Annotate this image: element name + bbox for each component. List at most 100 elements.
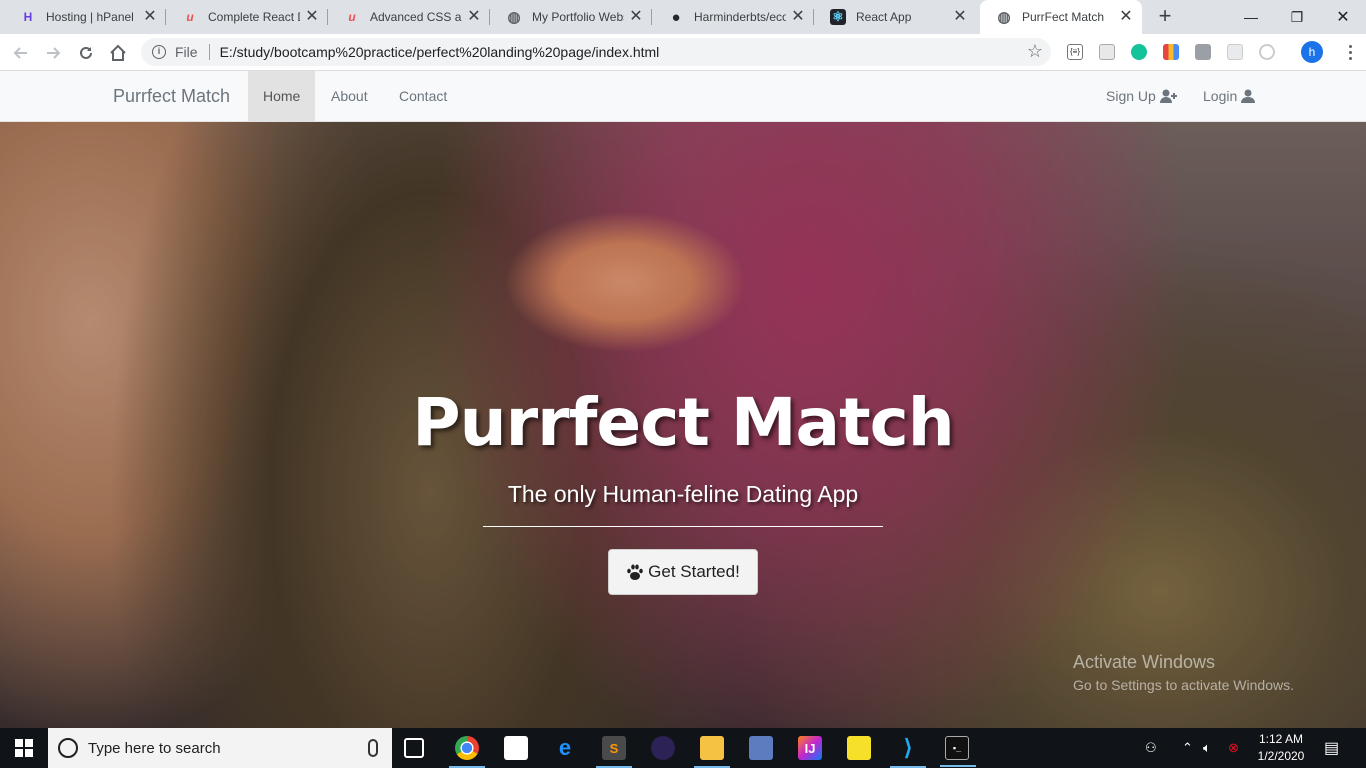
login-link[interactable]: Login xyxy=(1203,88,1256,104)
colorpick-icon[interactable] xyxy=(1163,44,1179,60)
nav-contact-link[interactable]: Contact xyxy=(384,71,462,122)
react-icon: ⚛ xyxy=(830,9,846,25)
profile-avatar[interactable]: h xyxy=(1301,41,1323,63)
microphone-icon[interactable] xyxy=(368,739,378,757)
hero-section: Purrfect Match The only Human-feline Dat… xyxy=(0,122,1366,728)
extension-icon[interactable] xyxy=(1099,44,1115,60)
close-window-button[interactable]: ✕ xyxy=(1320,0,1366,34)
mail-icon[interactable] xyxy=(504,736,528,760)
forward-arrow-icon xyxy=(47,47,61,59)
activate-windows-watermark: Activate Windows Go to Settings to activ… xyxy=(1073,652,1294,693)
signup-link[interactable]: Sign Up xyxy=(1106,88,1178,104)
hero-title: Purrfect Match xyxy=(412,384,954,461)
back-button[interactable] xyxy=(8,40,34,66)
forward-button[interactable] xyxy=(40,40,66,66)
close-tab-icon[interactable]: ✕ xyxy=(1118,9,1134,25)
nav-about-link[interactable]: About xyxy=(316,71,383,122)
browser-tab[interactable]: ⚛ React App ✕ xyxy=(814,0,976,34)
globe-icon: ◍ xyxy=(507,9,521,26)
site-brand[interactable]: Purrfect Match xyxy=(113,86,230,107)
windows-logo-icon xyxy=(15,739,33,757)
nav-home-link[interactable]: Home xyxy=(248,71,316,122)
browser-tab[interactable]: ◍ My Portfolio Webs ✕ xyxy=(490,0,652,34)
task-view-icon[interactable] xyxy=(404,738,424,758)
taskbar-clock[interactable]: 1:12 AM 1/2/2020 xyxy=(1252,731,1310,765)
back-arrow-icon xyxy=(13,47,27,59)
reload-icon xyxy=(80,46,92,59)
paw-icon xyxy=(627,564,643,580)
json-extension-icon[interactable]: {≡} xyxy=(1067,44,1083,60)
tab-title: Hosting | hPanel xyxy=(46,10,134,24)
close-tab-icon[interactable]: ✕ xyxy=(790,9,806,25)
globe-icon: ◍ xyxy=(997,9,1011,26)
minimize-button[interactable]: — xyxy=(1228,0,1274,34)
hero-content: Purrfect Match The only Human-feline Dat… xyxy=(0,384,1366,595)
browser-tab[interactable]: u Complete React Dev ✕ xyxy=(166,0,328,34)
tray-expand-icon[interactable]: ⌃ xyxy=(1182,728,1193,768)
clock-date: 1/2/2020 xyxy=(1257,749,1305,763)
browser-menu-icon[interactable] xyxy=(1340,41,1360,63)
user-icon xyxy=(1241,89,1256,103)
hero-divider xyxy=(483,526,883,527)
search-placeholder: Type here to search xyxy=(88,739,221,757)
tab-title: Harminderbts/eco xyxy=(694,10,786,24)
sticky-notes-icon[interactable] xyxy=(847,736,871,760)
chrome-icon[interactable] xyxy=(449,736,485,768)
close-tab-icon[interactable]: ✕ xyxy=(304,9,320,25)
browser-tab[interactable]: H Hosting | hPanel ✕ xyxy=(4,0,166,34)
network-app-icon[interactable] xyxy=(749,736,773,760)
maximize-button[interactable]: ❐ xyxy=(1274,0,1320,34)
tab-title: My Portfolio Webs xyxy=(532,10,624,24)
extension-icon[interactable] xyxy=(1227,44,1243,60)
browser-tab-active[interactable]: ◍ PurrFect Match ✕ xyxy=(980,0,1142,34)
start-button[interactable] xyxy=(0,728,48,768)
cortana-icon xyxy=(58,738,78,758)
close-tab-icon[interactable]: ✕ xyxy=(142,9,158,25)
file-explorer-icon[interactable] xyxy=(694,736,730,768)
address-bar[interactable]: i File E:/study/bootcamp%20practice/perf… xyxy=(141,38,1051,66)
network-error-icon[interactable]: ⊗ xyxy=(1228,728,1239,768)
github-icon: ● xyxy=(671,8,681,26)
home-button[interactable] xyxy=(105,40,131,66)
hostinger-icon: H xyxy=(23,10,33,24)
sublime-text-icon[interactable]: S xyxy=(596,736,632,768)
people-icon[interactable]: ⚇ xyxy=(1145,728,1157,768)
url-text[interactable]: E:/study/bootcamp%20practice/perfect%20l… xyxy=(220,44,660,60)
browser-tab[interactable]: ● Harminderbts/eco ✕ xyxy=(652,0,814,34)
tab-title: Advanced CSS and xyxy=(370,10,462,24)
browser-tab[interactable]: u Advanced CSS and ✕ xyxy=(328,0,490,34)
intellij-icon[interactable]: IJ xyxy=(798,736,822,760)
tab-title: React App xyxy=(856,10,912,24)
terminal-icon[interactable]: ▪_ xyxy=(940,736,976,767)
new-tab-button[interactable]: + xyxy=(1154,5,1176,27)
close-tab-icon[interactable]: ✕ xyxy=(952,9,968,25)
omnibox-divider xyxy=(208,44,210,60)
taskbar-search[interactable]: Type here to search xyxy=(48,728,392,768)
close-tab-icon[interactable]: ✕ xyxy=(466,9,482,25)
udemy-icon: u xyxy=(186,10,194,24)
info-icon[interactable]: i xyxy=(152,45,166,59)
pdf-extension-icon[interactable] xyxy=(1195,44,1211,60)
udemy-icon: u xyxy=(348,10,356,24)
login-label: Login xyxy=(1203,88,1238,104)
edge-icon[interactable]: e xyxy=(553,735,577,760)
volume-icon[interactable]: 🔈︎ xyxy=(1203,728,1211,768)
get-started-label: Get Started! xyxy=(648,562,740,581)
grammarly-icon[interactable] xyxy=(1131,44,1147,60)
extension-icon[interactable] xyxy=(1259,44,1275,60)
hero-subtitle: The only Human-feline Dating App xyxy=(507,481,859,507)
clock-time: 1:12 AM xyxy=(1258,732,1304,746)
action-center-icon[interactable]: ▤ xyxy=(1324,728,1339,768)
bookmark-star-icon[interactable]: ☆ xyxy=(1027,41,1043,62)
user-plus-icon xyxy=(1159,89,1177,103)
vscode-icon[interactable]: ⟩ xyxy=(890,735,926,768)
close-tab-icon[interactable]: ✕ xyxy=(628,9,644,25)
watermark-subtitle: Go to Settings to activate Windows. xyxy=(1073,677,1294,693)
eclipse-icon[interactable] xyxy=(651,736,675,760)
get-started-button[interactable]: Get Started! xyxy=(608,549,758,595)
page-viewport: Purrfect Match Home About Contact Sign U… xyxy=(0,71,1366,728)
browser-toolbar: i File E:/study/bootcamp%20practice/perf… xyxy=(0,34,1366,71)
signup-label: Sign Up xyxy=(1106,88,1156,104)
scheme-label: File xyxy=(175,44,198,60)
reload-button[interactable] xyxy=(73,40,99,66)
